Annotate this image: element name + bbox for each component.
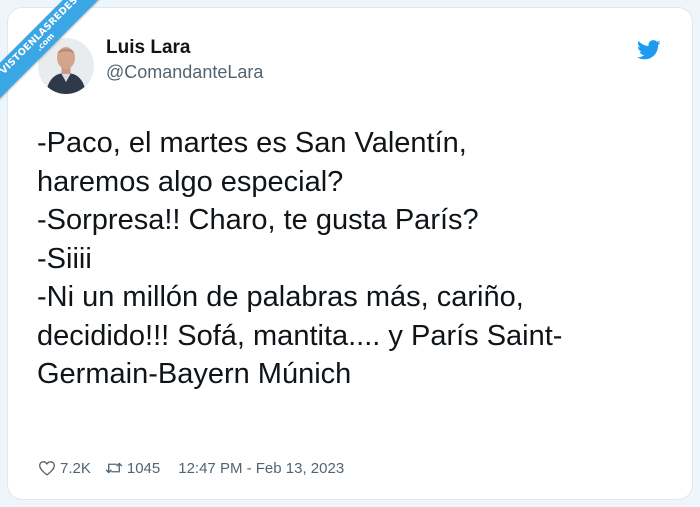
like-count[interactable]: 7.2K	[60, 460, 91, 477]
tweet-line: -Siiii	[37, 242, 92, 275]
tweet-timestamp[interactable]: 12:47 PM - Feb 13, 2023	[178, 460, 344, 477]
tweet-text: -Paco, el martes es San Valentín, haremo…	[37, 124, 667, 394]
tweet-line: Germain-Bayern Múnich	[37, 358, 352, 390]
author-handle[interactable]: @ComandanteLara	[106, 62, 263, 83]
tweet-line: haremos algo especial?	[37, 165, 344, 198]
watermark-ribbon: VISTOENLASREDES .com	[0, 0, 110, 110]
heart-icon[interactable]	[38, 460, 56, 476]
tweet-line: -Ni un millón de palabras más, cariño,	[37, 281, 524, 313]
tweet-line: decidido!!! Sofá, mantita.... y París Sa…	[37, 319, 563, 352]
retweet-count[interactable]: 1045	[127, 460, 160, 477]
watermark-text: VISTOENLASREDES	[0, 0, 81, 77]
retweet-icon[interactable]	[105, 460, 123, 476]
tweet-line: -Sorpresa!! Charo, te gusta París?	[37, 204, 479, 236]
watermark-banner: VISTOENLASREDES .com	[0, 0, 108, 105]
tweet-line: -Paco, el martes es San Valentín,	[37, 127, 467, 159]
author-name[interactable]: Luis Lara	[106, 37, 190, 59]
tweet-footer: 7.2K 1045 12:47 PM - Feb 13, 2023	[38, 458, 344, 478]
twitter-bird-icon[interactable]	[637, 40, 661, 60]
